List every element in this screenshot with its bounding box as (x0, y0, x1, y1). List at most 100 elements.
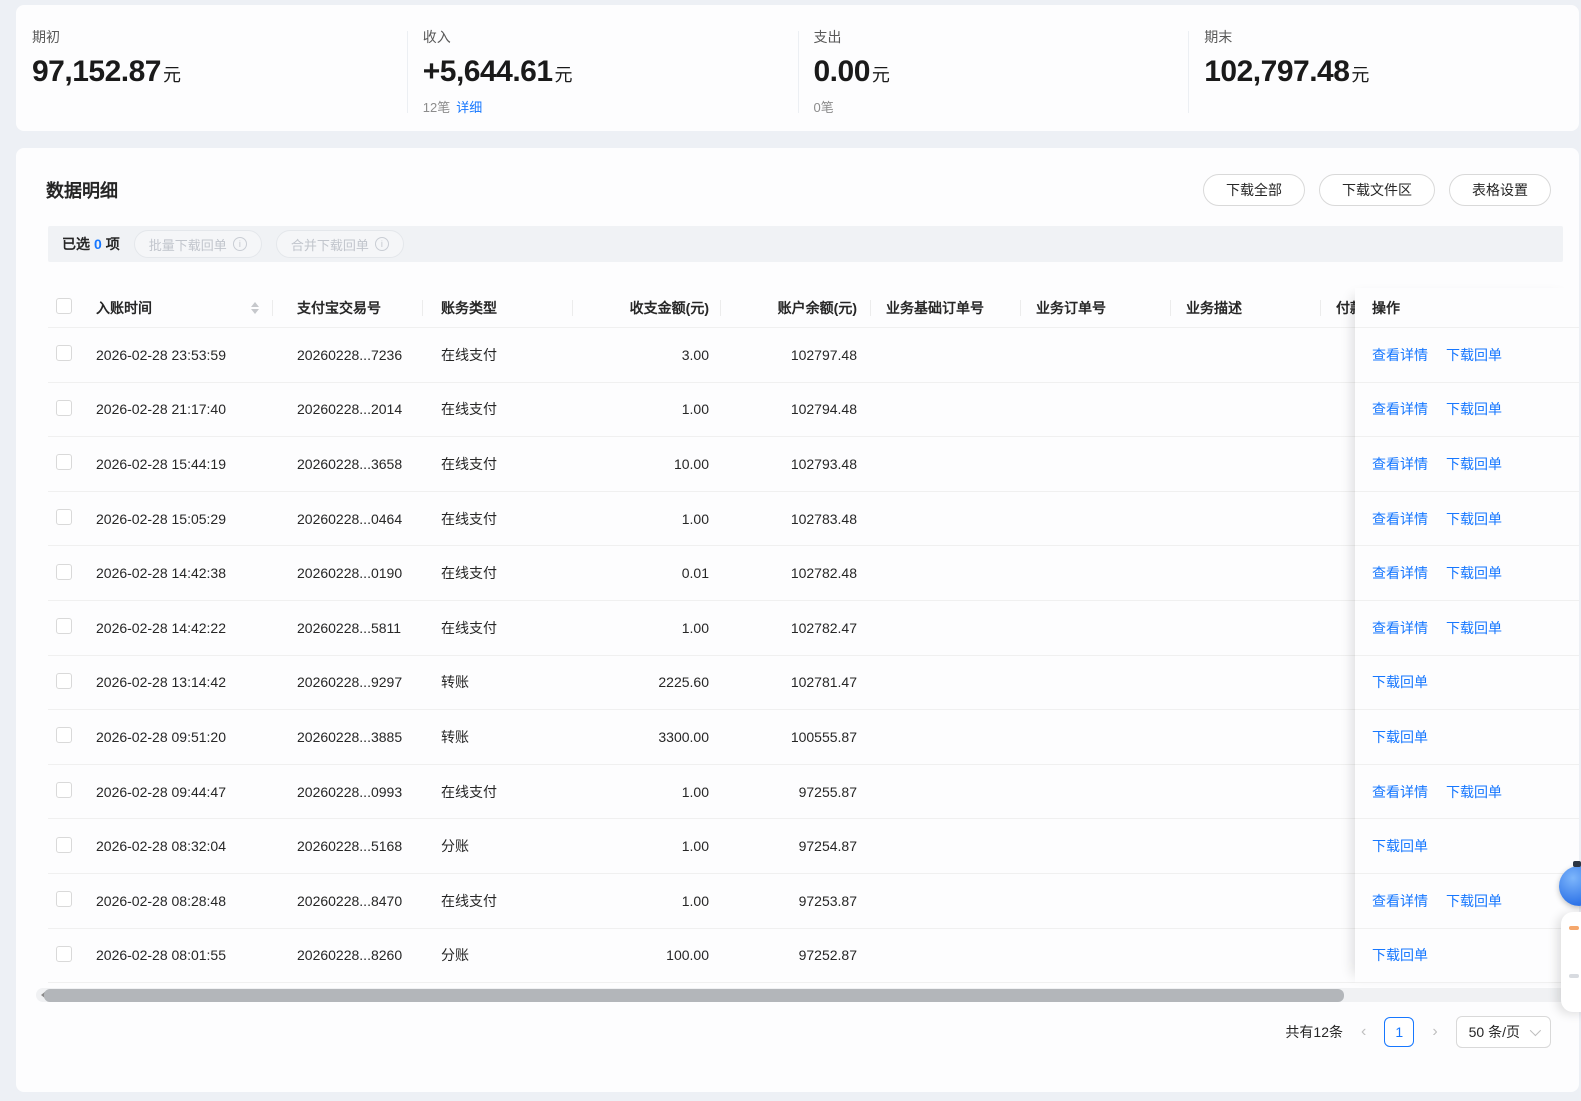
page-size-select[interactable]: 50 条/页 (1456, 1016, 1551, 1048)
floating-assistant-popup[interactable] (1561, 912, 1581, 1012)
download-receipt-link[interactable]: 下载回单 (1372, 727, 1428, 747)
cell-balance: 102797.48 (721, 347, 871, 363)
table-row: 2026-02-28 14:42:3820260228...0190在线支付0.… (48, 546, 1371, 601)
merge-download-receipt-button[interactable]: 合并下载回单i (276, 230, 404, 258)
summary-label: 期初 (32, 27, 407, 47)
cell-amount: 10.00 (573, 456, 721, 472)
row-checkbox[interactable] (56, 509, 72, 525)
download-receipt-link[interactable]: 下载回单 (1446, 345, 1502, 365)
scrollbar-thumb[interactable] (44, 989, 1344, 1002)
cell-balance: 102781.47 (721, 674, 871, 690)
cell-actions: 查看详情下载回单 (1355, 383, 1579, 438)
download-receipt-link[interactable]: 下载回单 (1446, 563, 1502, 583)
chevron-down-icon (1530, 1025, 1541, 1036)
view-detail-link[interactable]: 查看详情 (1372, 454, 1428, 474)
table-row: 2026-02-28 08:28:4820260228...8470在线支付1.… (48, 874, 1371, 929)
view-detail-link[interactable]: 查看详情 (1372, 618, 1428, 638)
cell-entry-time: 2026-02-28 13:14:42 (88, 674, 273, 690)
row-checkbox[interactable] (56, 673, 72, 689)
download-receipt-link[interactable]: 下载回单 (1372, 945, 1428, 965)
cell-account-type: 分账 (423, 836, 573, 856)
cell-amount: 100.00 (573, 947, 721, 963)
row-checkbox[interactable] (56, 345, 72, 361)
row-checkbox[interactable] (56, 727, 72, 743)
view-detail-link[interactable]: 查看详情 (1372, 563, 1428, 583)
download-receipt-link[interactable]: 下载回单 (1446, 782, 1502, 802)
row-checkbox[interactable] (56, 454, 72, 470)
download-receipt-link[interactable]: 下载回单 (1372, 672, 1428, 692)
cell-entry-time: 2026-02-28 23:53:59 (88, 347, 273, 363)
income-detail-link[interactable]: 详细 (456, 100, 482, 115)
row-checkbox[interactable] (56, 837, 72, 853)
view-detail-link[interactable]: 查看详情 (1372, 345, 1428, 365)
table-row: 2026-02-28 13:14:4220260228...9297转账2225… (48, 656, 1371, 711)
view-detail-link[interactable]: 查看详情 (1372, 509, 1428, 529)
cell-amount: 1.00 (573, 620, 721, 636)
view-detail-link[interactable]: 查看详情 (1372, 891, 1428, 911)
row-checkbox[interactable] (56, 400, 72, 416)
cell-txn-id: 20260228...0190 (273, 565, 423, 581)
download-all-button[interactable]: 下载全部 (1203, 174, 1305, 206)
cell-checkbox (48, 673, 88, 692)
cell-amount: 1.00 (573, 784, 721, 800)
table-row: 2026-02-28 23:53:5920260228...7236在线支付3.… (48, 328, 1371, 383)
cell-checkbox (48, 946, 88, 965)
cell-amount: 1.00 (573, 511, 721, 527)
row-checkbox[interactable] (56, 946, 72, 962)
download-receipt-link[interactable]: 下载回单 (1446, 891, 1502, 911)
cell-entry-time: 2026-02-28 14:42:22 (88, 620, 273, 636)
download-receipt-link[interactable]: 下载回单 (1446, 454, 1502, 474)
currency-unit: 元 (555, 65, 573, 85)
download-receipt-link[interactable]: 下载回单 (1372, 836, 1428, 856)
row-checkbox[interactable] (56, 618, 72, 634)
summary-label: 支出 (814, 27, 1189, 47)
cell-balance: 102794.48 (721, 401, 871, 417)
cell-entry-time: 2026-02-28 08:01:55 (88, 947, 273, 963)
sort-icon[interactable] (251, 302, 259, 314)
col-header-description: 业务描述 (1171, 298, 1321, 318)
table-row: 2026-02-28 15:05:2920260228...0464在线支付1.… (48, 492, 1371, 547)
view-detail-link[interactable]: 查看详情 (1372, 782, 1428, 802)
currency-unit: 元 (872, 65, 890, 85)
cell-balance: 102793.48 (721, 456, 871, 472)
row-checkbox[interactable] (56, 564, 72, 580)
currency-unit: 元 (1351, 65, 1369, 85)
download-receipt-link[interactable]: 下载回单 (1446, 399, 1502, 419)
download-file-area-button[interactable]: 下载文件区 (1319, 174, 1435, 206)
table-header-row: 入账时间 支付宝交易号 账务类型 收支金额(元) 账户余额(元) 业务基础订单号… (48, 288, 1371, 328)
cell-entry-time: 2026-02-28 15:44:19 (88, 456, 273, 472)
summary-label: 期末 (1204, 27, 1579, 47)
cell-checkbox (48, 727, 88, 746)
cell-txn-id: 20260228...2014 (273, 401, 423, 417)
cell-txn-id: 20260228...3658 (273, 456, 423, 472)
batch-download-receipt-button[interactable]: 批量下载回单i (134, 230, 262, 258)
cell-account-type: 在线支付 (423, 399, 573, 419)
cell-amount: 3300.00 (573, 729, 721, 745)
cell-checkbox (48, 891, 88, 910)
row-checkbox[interactable] (56, 891, 72, 907)
cell-checkbox (48, 564, 88, 583)
select-all-checkbox[interactable] (56, 298, 72, 314)
cell-txn-id: 20260228...3885 (273, 729, 423, 745)
cell-actions: 查看详情下载回单 (1355, 874, 1579, 929)
horizontal-scrollbar[interactable] (36, 988, 1581, 1002)
cell-account-type: 在线支付 (423, 618, 573, 638)
view-detail-link[interactable]: 查看详情 (1372, 399, 1428, 419)
next-page-icon[interactable]: › (1432, 1024, 1437, 1040)
col-header-amount: 收支金额(元) (573, 298, 721, 318)
action-column-body: 查看详情下载回单查看详情下载回单查看详情下载回单查看详情下载回单查看详情下载回单… (1355, 328, 1579, 983)
current-page-button[interactable]: 1 (1384, 1017, 1414, 1047)
cell-entry-time: 2026-02-28 09:44:47 (88, 784, 273, 800)
pagination: 共有12条 ‹ 1 › 50 条/页 (1285, 1016, 1551, 1048)
cell-balance: 97253.87 (721, 893, 871, 909)
prev-page-icon[interactable]: ‹ (1361, 1024, 1366, 1040)
download-receipt-link[interactable]: 下载回单 (1446, 618, 1502, 638)
table-settings-button[interactable]: 表格设置 (1449, 174, 1551, 206)
row-checkbox[interactable] (56, 782, 72, 798)
cell-account-type: 在线支付 (423, 509, 573, 529)
cell-checkbox (48, 782, 88, 801)
download-receipt-link[interactable]: 下载回单 (1446, 509, 1502, 529)
col-header-entry-time: 入账时间 (88, 298, 273, 318)
summary-value: 97,152.87元 (32, 55, 407, 89)
summary-card: 期初 97,152.87元 收入 +5,644.61元 12笔详细 支出 0.0… (16, 5, 1579, 131)
